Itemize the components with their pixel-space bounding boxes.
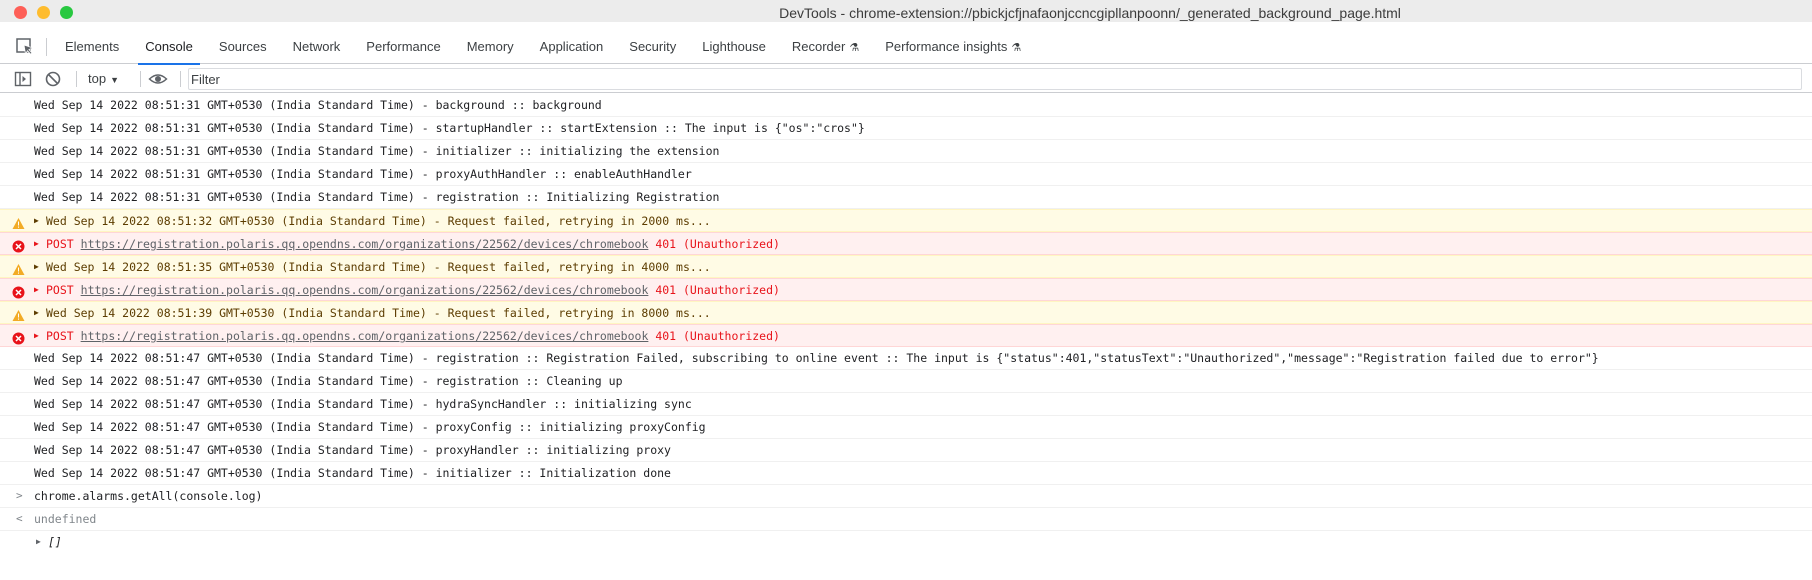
console-log-row: Wed Sep 14 2022 08:51:31 GMT+0530 (India… <box>0 140 1812 163</box>
expand-triangle-icon[interactable]: ▶ <box>34 279 39 300</box>
tab-label: Elements <box>65 39 120 54</box>
console-error-row[interactable]: ▶ POST https://registration.polaris.qq.op… <box>0 232 1812 255</box>
execution-context-selector[interactable]: top ▼ <box>88 70 119 88</box>
output-prompt-icon: < <box>16 512 23 525</box>
tab-label: Sources <box>218 39 267 54</box>
sidebar-toggle-icon[interactable] <box>14 70 32 88</box>
tab-elements[interactable]: Elements <box>52 30 132 64</box>
tab-performance[interactable]: Performance <box>353 30 453 64</box>
tab-label: Console <box>145 39 193 54</box>
tab-application[interactable]: Application <box>527 30 617 64</box>
console-warning-row[interactable]: ▶ Wed Sep 14 2022 08:51:32 GMT+0530 (Indi… <box>0 209 1812 232</box>
tabbar-separator <box>46 38 47 56</box>
devtools-tabbar: Elements Console Sources Network Performance… <box>0 30 1812 65</box>
tab-label: Lighthouse <box>702 39 766 54</box>
console-log-row: Wed Sep 14 2022 08:51:47 GMT+0530 (India… <box>0 393 1812 416</box>
console-log-row: Wed Sep 14 2022 08:51:47 GMT+0530 (India… <box>0 462 1812 485</box>
console-log-row: Wed Sep 14 2022 08:51:47 GMT+0530 (India… <box>0 439 1812 462</box>
clear-console-icon[interactable] <box>44 70 62 88</box>
tab-label: Memory <box>466 39 514 54</box>
window-title: DevTools - chrome-extension://pbickjcfjn… <box>779 5 1401 21</box>
request-url-link[interactable]: https://registration.polaris.qq.opendns.… <box>81 329 649 343</box>
expand-triangle-icon[interactable]: ▶ <box>36 531 41 553</box>
warning-message-text: Wed Sep 14 2022 08:51:35 GMT+0530 (India… <box>46 260 711 274</box>
console-array-result-row[interactable]: ▶ [] <box>0 531 1812 554</box>
input-prompt-icon: > <box>16 489 23 502</box>
minimize-window-button[interactable] <box>37 6 50 19</box>
execution-context-label: top <box>88 71 107 86</box>
tab-label: Performance insights <box>885 39 1008 54</box>
request-url-link[interactable]: https://registration.polaris.qq.opendns.… <box>81 237 649 251</box>
console-log-row: Wed Sep 14 2022 08:51:31 GMT+0530 (India… <box>0 117 1812 140</box>
tab-label: Security <box>629 39 677 54</box>
tab-security[interactable]: Security <box>616 30 689 64</box>
tab-label: Application <box>539 39 604 54</box>
console-filter-input[interactable] <box>188 68 1802 90</box>
tab-performance-insights[interactable]: Performance insights ⚗ <box>872 30 1034 64</box>
tab-memory[interactable]: Memory <box>454 30 527 64</box>
error-icon <box>12 330 25 345</box>
error-icon <box>12 284 25 299</box>
response-status: 401 (Unauthorized) <box>655 329 780 343</box>
toolbar-separator <box>76 71 77 87</box>
toolbar-separator <box>140 71 141 87</box>
warning-icon <box>12 215 25 229</box>
request-url-link[interactable]: https://registration.polaris.qq.opendns.… <box>81 283 649 297</box>
close-window-button[interactable] <box>14 6 27 19</box>
console-warning-row[interactable]: ▶ Wed Sep 14 2022 08:51:39 GMT+0530 (Indi… <box>0 301 1812 324</box>
console-input-text: chrome.alarms.getAll(console.log) <box>34 489 263 503</box>
caret-down-icon: ▼ <box>110 75 119 85</box>
array-result-text: [] <box>48 535 62 549</box>
console-log-row: Wed Sep 14 2022 08:51:47 GMT+0530 (India… <box>0 347 1812 370</box>
tab-label: Network <box>292 39 341 54</box>
console-log-row: Wed Sep 14 2022 08:51:31 GMT+0530 (India… <box>0 94 1812 117</box>
response-status: 401 (Unauthorized) <box>655 237 780 251</box>
request-method: POST <box>46 329 74 343</box>
console-log-row: Wed Sep 14 2022 08:51:47 GMT+0530 (India… <box>0 370 1812 393</box>
console-log-row: Wed Sep 14 2022 08:51:31 GMT+0530 (India… <box>0 186 1812 209</box>
warning-message-text: Wed Sep 14 2022 08:51:32 GMT+0530 (India… <box>46 214 711 228</box>
toolbar-separator <box>180 71 181 87</box>
error-icon <box>12 238 25 253</box>
request-method: POST <box>46 283 74 297</box>
tab-console[interactable]: Console <box>132 30 206 65</box>
tab-label: Recorder <box>791 39 846 54</box>
request-method: POST <box>46 237 74 251</box>
console-log-row: Wed Sep 14 2022 08:51:31 GMT+0530 (India… <box>0 163 1812 186</box>
tab-label: Performance <box>366 39 441 54</box>
expand-triangle-icon[interactable]: ▶ <box>34 233 39 254</box>
tab-sources[interactable]: Sources <box>206 30 280 64</box>
expand-triangle-icon[interactable]: ▶ <box>34 210 39 231</box>
live-expression-eye-icon[interactable] <box>148 70 168 88</box>
tab-network[interactable]: Network <box>280 30 354 64</box>
tab-lighthouse[interactable]: Lighthouse <box>689 30 779 64</box>
zoom-window-button[interactable] <box>60 6 73 19</box>
response-status: 401 (Unauthorized) <box>655 283 780 297</box>
expand-triangle-icon[interactable]: ▶ <box>34 325 39 346</box>
console-log-row: Wed Sep 14 2022 08:51:47 GMT+0530 (India… <box>0 416 1812 439</box>
warning-icon <box>12 307 25 321</box>
experimental-flask-icon: ⚗ <box>1011 42 1022 54</box>
experimental-flask-icon: ⚗ <box>849 42 860 54</box>
panel-tabs: Elements Console Sources Network Performance… <box>52 30 1034 65</box>
console-error-row[interactable]: ▶ POST https://registration.polaris.qq.op… <box>0 324 1812 347</box>
window-titlebar: DevTools - chrome-extension://pbickjcfjn… <box>0 0 1812 22</box>
warning-icon <box>12 261 25 275</box>
warning-message-text: Wed Sep 14 2022 08:51:39 GMT+0530 (India… <box>46 306 711 320</box>
inspect-element-icon[interactable] <box>14 36 36 58</box>
expand-triangle-icon[interactable]: ▶ <box>34 302 39 323</box>
console-input-row: > chrome.alarms.getAll(console.log) <box>0 485 1812 508</box>
console-output-row: < undefined <box>0 508 1812 531</box>
console-error-row[interactable]: ▶ POST https://registration.polaris.qq.op… <box>0 278 1812 301</box>
expand-triangle-icon[interactable]: ▶ <box>34 256 39 277</box>
console-warning-row[interactable]: ▶ Wed Sep 14 2022 08:51:35 GMT+0530 (Indi… <box>0 255 1812 278</box>
console-messages: Wed Sep 14 2022 08:51:31 GMT+0530 (India… <box>0 94 1812 554</box>
tab-recorder[interactable]: Recorder ⚗ <box>779 30 872 64</box>
console-output-text: undefined <box>34 512 97 526</box>
console-toolbar: top ▼ <box>0 65 1812 93</box>
